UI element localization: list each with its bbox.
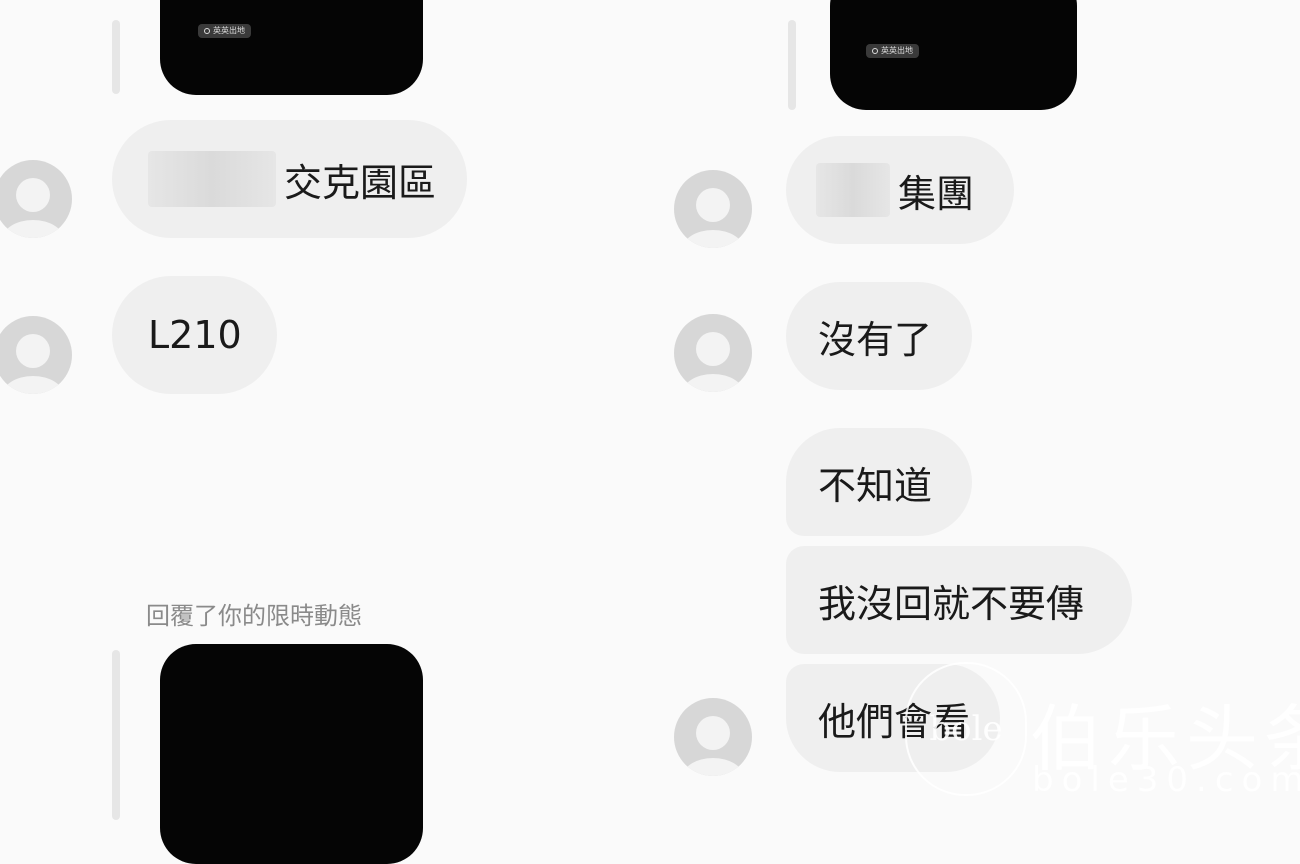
message-text: L210 [148, 313, 242, 357]
message-bubble[interactable]: 集團 [786, 136, 1014, 244]
location-chip: 英英出地 [866, 44, 919, 58]
story-reply-label: 回覆了你的限時動態 [146, 602, 362, 630]
message-text: 我沒回就不要傳 [818, 581, 1085, 626]
redacted-text [148, 151, 276, 207]
message-bubble[interactable]: 交克園區 [112, 120, 467, 238]
message-text: 沒有了 [818, 317, 933, 362]
story-reply-line [112, 20, 120, 94]
watermark-site-url: bole30.com [1032, 760, 1300, 800]
avatar[interactable] [674, 170, 752, 248]
message-bubble[interactable]: 我沒回就不要傳 [786, 546, 1132, 654]
message-bubble[interactable]: 不知道 [786, 428, 972, 536]
avatar[interactable] [0, 316, 72, 394]
location-pin-icon [872, 48, 878, 54]
story-thumbnail[interactable] [160, 644, 423, 864]
message-text: 不知道 [818, 463, 933, 508]
location-pin-icon [204, 28, 210, 34]
location-label: 英英出地 [881, 46, 913, 55]
story-reply-line [112, 650, 120, 820]
watermark-logo: bole [905, 662, 1027, 796]
message-text: 集團 [898, 171, 975, 216]
message-bubble[interactable]: L210 [112, 276, 277, 394]
message-bubble[interactable]: 沒有了 [786, 282, 972, 390]
avatar[interactable] [0, 160, 72, 238]
message-text: 交克園區 [284, 160, 437, 205]
story-reply-line [788, 20, 796, 110]
avatar[interactable] [674, 698, 752, 776]
story-thumbnail[interactable]: 英英出地 [830, 0, 1077, 110]
watermark-logo-text: bole [929, 709, 1003, 749]
location-label: 英英出地 [213, 26, 245, 35]
chat-panel-left: 英英出地 交克園區 L210 回覆了你的限時動態 [0, 0, 650, 864]
redacted-text [816, 163, 890, 217]
avatar[interactable] [674, 314, 752, 392]
location-chip: 英英出地 [198, 24, 251, 38]
story-thumbnail[interactable]: 英英出地 [160, 0, 423, 95]
